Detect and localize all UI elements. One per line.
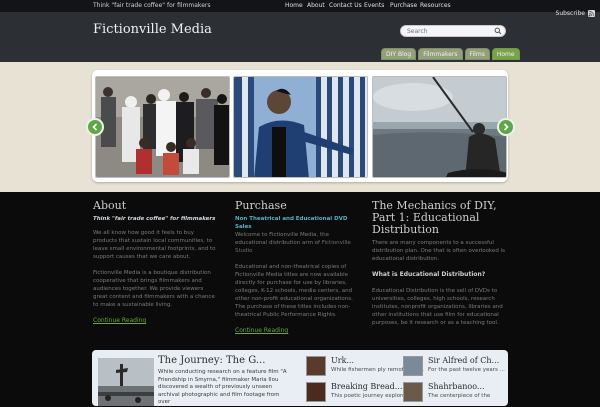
- site-title[interactable]: Fictionville Media: [93, 22, 212, 37]
- diy-column: The Mechanics of DIY, Part 1: Educationa…: [372, 200, 507, 335]
- featured-title[interactable]: The Journey: The G...: [158, 355, 265, 366]
- search-box: [400, 25, 506, 37]
- purchase-continue-link[interactable]: Continue Reading: [235, 327, 288, 334]
- item-thumbnail: [306, 356, 326, 376]
- item-thumbnail: [403, 382, 423, 402]
- featured-panel: The Journey: The G... While conducting r…: [92, 350, 508, 406]
- purchase-heading: Purchase: [235, 199, 287, 212]
- site-header: Fictionville Media DIY Blog Filmmakers F…: [0, 12, 600, 62]
- subscribe-link[interactable]: Subscribe: [556, 10, 595, 17]
- list-item[interactable]: Urk... While fishermen ply remote sea...: [306, 356, 424, 379]
- slide-image-group-photo[interactable]: [95, 76, 230, 178]
- list-item[interactable]: Sir Alfred of Ch... For the past twelve …: [403, 356, 505, 379]
- slide-image-man-in-jacket[interactable]: [233, 76, 368, 178]
- image-slider: [92, 70, 508, 182]
- about-column: About Think "fair trade coffee" for film…: [93, 200, 218, 325]
- item-title: Shahrbanoo...: [428, 382, 485, 391]
- nav-purchase[interactable]: Purchase: [390, 2, 417, 9]
- slider-prev-button[interactable]: [86, 118, 104, 136]
- item-excerpt: The centerpiece of the: [428, 393, 491, 399]
- purchase-paragraph-2: Educational and non-theatrical copies of…: [235, 264, 353, 318]
- site-tagline: Think "fair trade coffee" for filmmakers: [93, 2, 211, 9]
- diy-paragraph-1: There are many components to a successfu…: [372, 240, 505, 262]
- slider-next-button[interactable]: [497, 118, 515, 136]
- nav-resources[interactable]: Resources: [420, 2, 451, 9]
- chevron-left-icon: [92, 123, 98, 131]
- item-thumbnail: [403, 356, 423, 376]
- search-icon[interactable]: [493, 26, 503, 36]
- purchase-paragraph-1: Welcome to Fictionville Media, the educa…: [235, 232, 351, 254]
- item-thumbnail: [306, 382, 326, 402]
- tab-diy-blog[interactable]: DIY Blog: [381, 48, 417, 60]
- diy-question: What is Educational Distribution?: [372, 271, 486, 278]
- about-subtitle: Think "fair trade coffee" for filmmakers: [93, 216, 216, 222]
- about-paragraph-1: We all know how good it feels to buy pro…: [93, 230, 216, 260]
- rss-icon: [588, 10, 595, 17]
- item-title: Urk...: [331, 356, 355, 365]
- item-title: Sir Alfred of Ch...: [428, 356, 500, 365]
- purchase-subtitle: Non Theatrical and Educational DVD Sales: [235, 216, 348, 230]
- nav-home[interactable]: Home: [285, 2, 303, 9]
- list-item[interactable]: Shahrbanoo... The centerpiece of the: [403, 382, 493, 405]
- tab-filmmakers[interactable]: Filmmakers: [418, 48, 463, 60]
- item-title: Breaking Bread...: [331, 382, 403, 391]
- nav-contact-us[interactable]: Contact Us: [329, 2, 362, 9]
- top-bar: Think "fair trade coffee" for filmmakers…: [0, 0, 600, 12]
- about-paragraph-2: Fictionville Media is a boutique distrib…: [93, 270, 215, 308]
- category-tabs: DIY Blog Filmmakers Films Home: [381, 48, 520, 60]
- tab-films[interactable]: Films: [464, 48, 490, 60]
- chevron-right-icon: [503, 123, 509, 131]
- about-heading: About: [93, 199, 127, 212]
- tab-home[interactable]: Home: [491, 48, 520, 60]
- purchase-column: Purchase Non Theatrical and Educational …: [235, 200, 353, 335]
- search-input[interactable]: [401, 26, 493, 36]
- item-excerpt: This poetic journey explores: [331, 393, 409, 399]
- about-continue-link[interactable]: Continue Reading: [93, 317, 146, 324]
- featured-text: While conducting research on a feature f…: [158, 369, 287, 405]
- slide-image-fisherman[interactable]: [372, 76, 507, 178]
- diy-paragraph-2: Educational Distribution is the sell of …: [372, 288, 503, 326]
- subscribe-label: Subscribe: [555, 10, 585, 17]
- featured-thumbnail[interactable]: [98, 358, 154, 406]
- list-item[interactable]: Breaking Bread... This poetic journey ex…: [306, 382, 408, 405]
- diy-heading[interactable]: The Mechanics of DIY, Part 1: Educationa…: [372, 200, 507, 236]
- nav-about[interactable]: About: [307, 2, 325, 9]
- nav-events[interactable]: Events: [364, 2, 384, 9]
- item-excerpt: For the past twelve years ...: [428, 367, 505, 373]
